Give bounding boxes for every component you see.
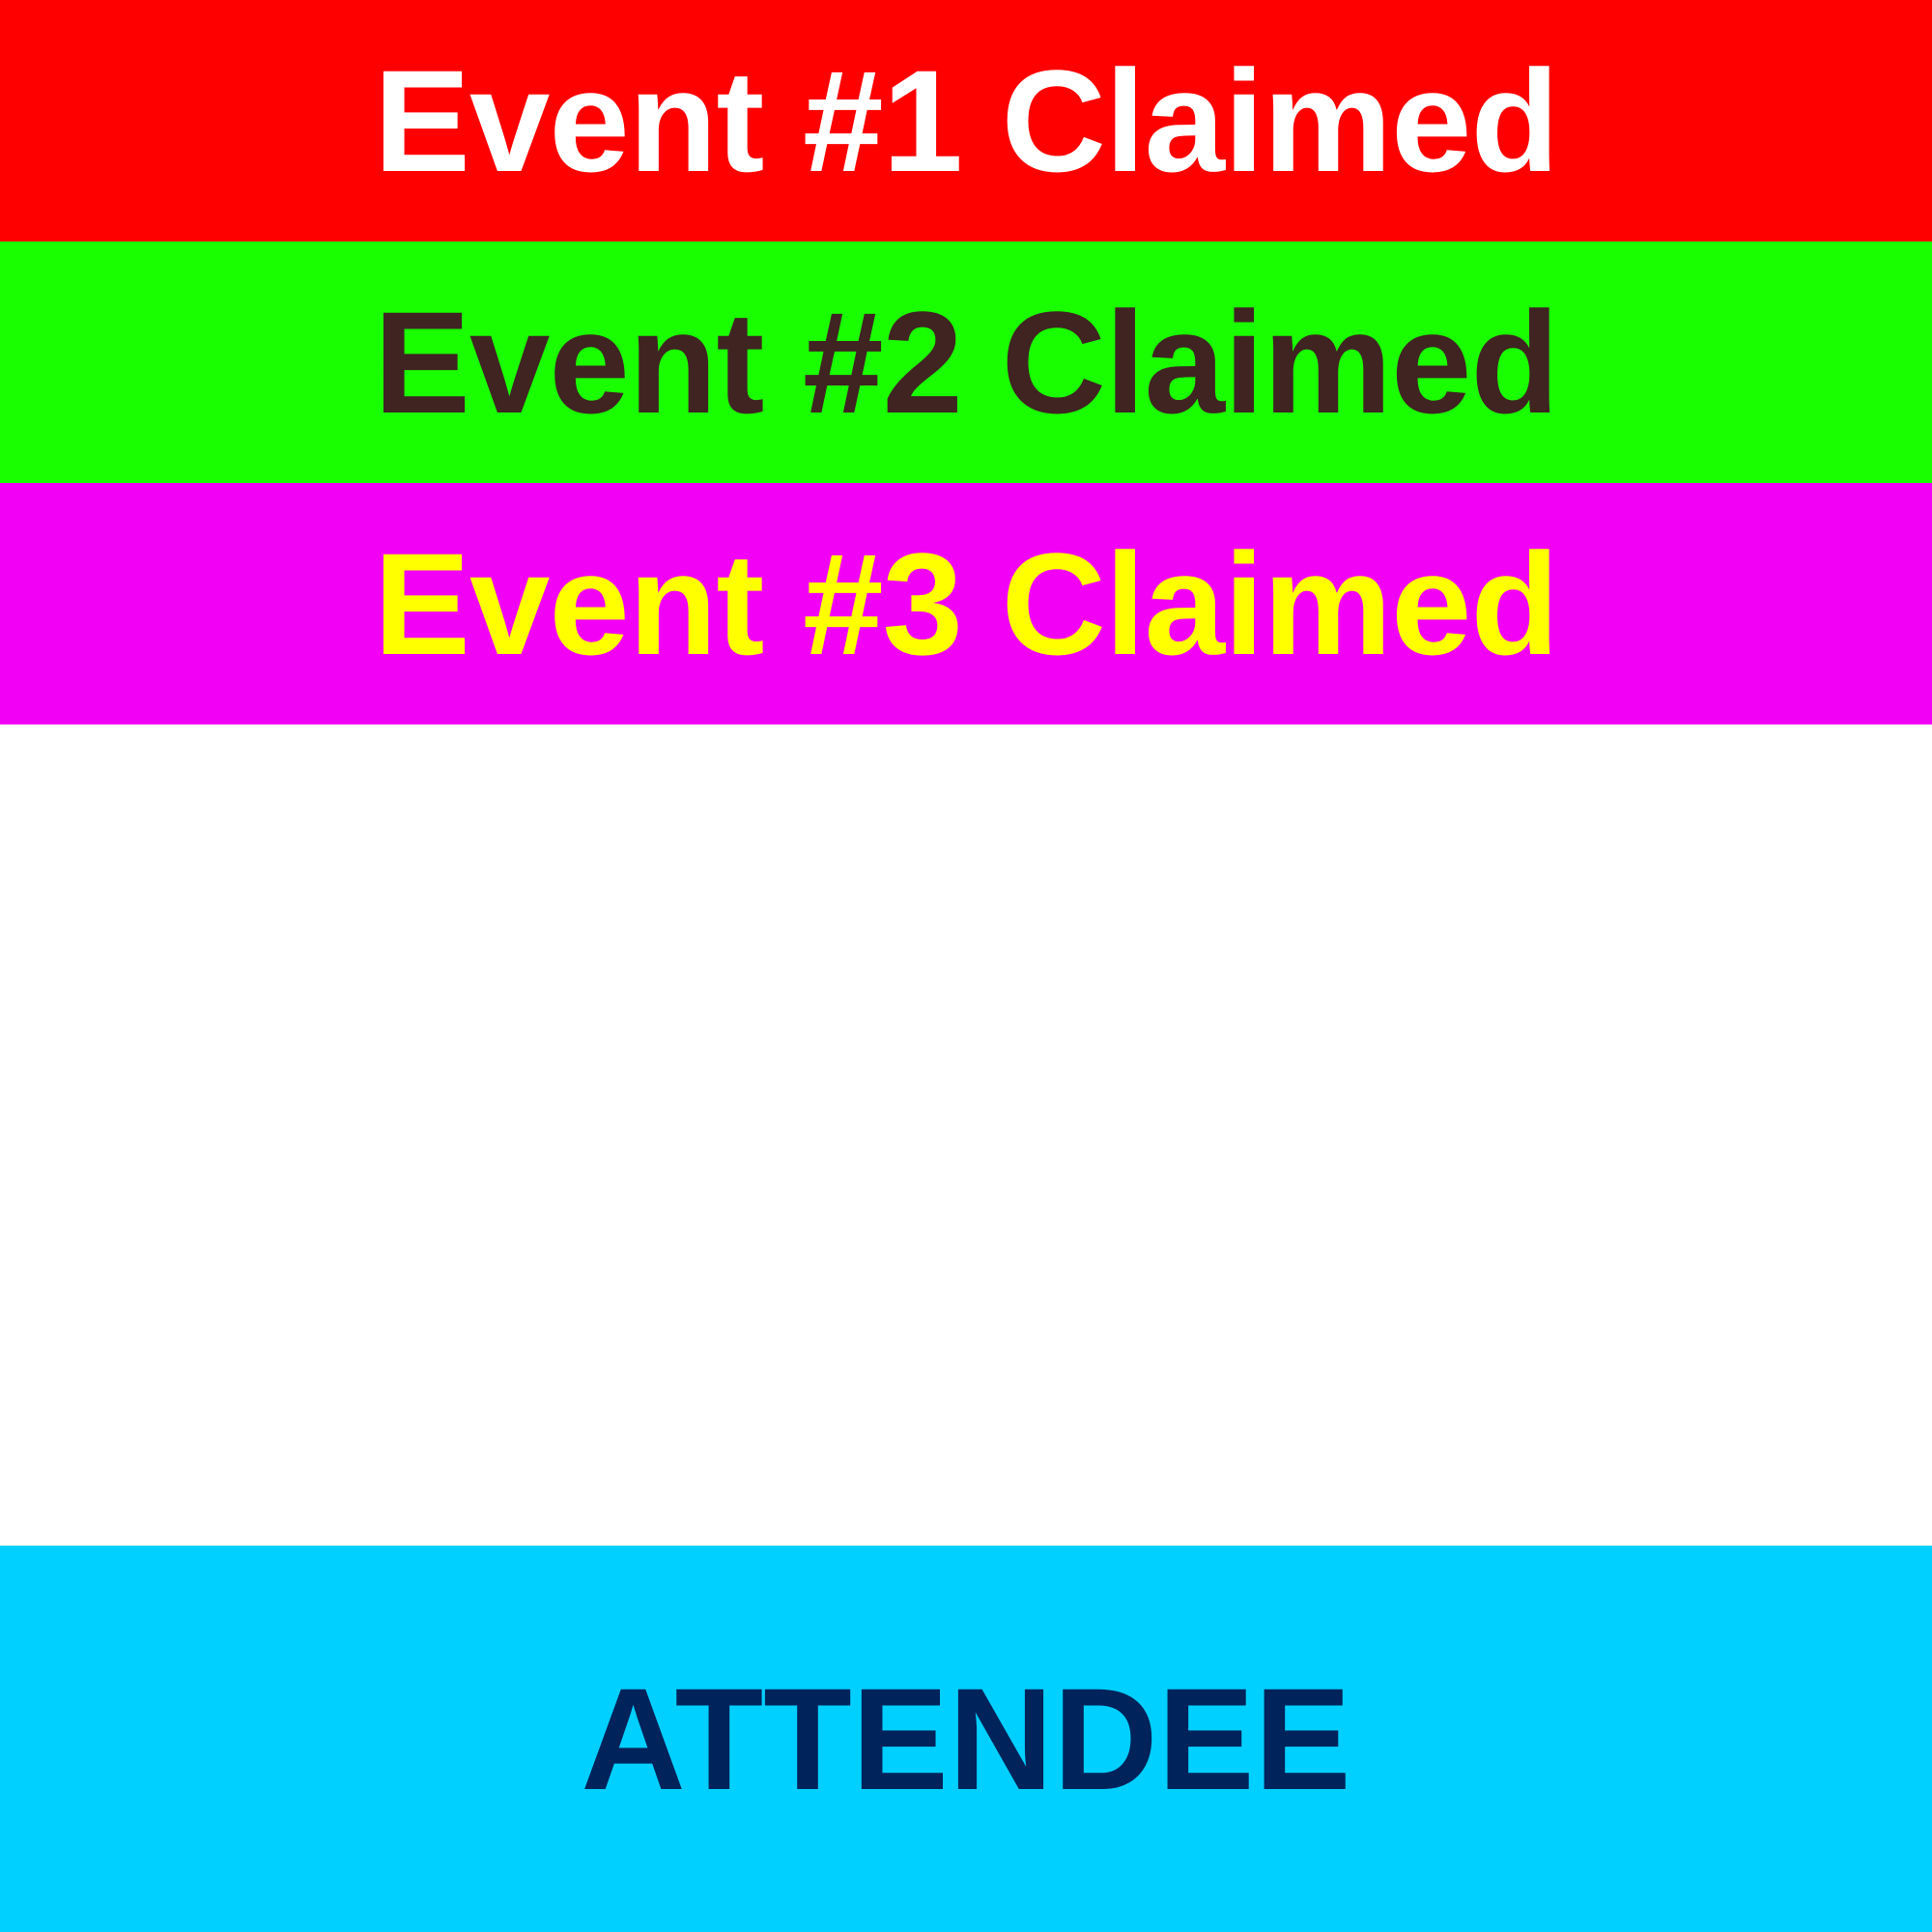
event-1-band: Event #1 Claimed <box>0 0 1932 242</box>
event-2-band: Event #2 Claimed <box>0 242 1932 483</box>
event-3-band: Event #3 Claimed <box>0 483 1932 724</box>
event-2-label: Event #2 Claimed <box>373 280 1559 443</box>
attendee-band: ATTENDEE <box>0 1546 1932 1932</box>
page: Event #1 Claimed Event #2 Claimed Event … <box>0 0 1932 1932</box>
blank-area <box>0 724 1932 1546</box>
event-3-label: Event #3 Claimed <box>373 522 1559 685</box>
attendee-label: ATTENDEE <box>581 1657 1351 1820</box>
event-1-label: Event #1 Claimed <box>373 39 1559 202</box>
